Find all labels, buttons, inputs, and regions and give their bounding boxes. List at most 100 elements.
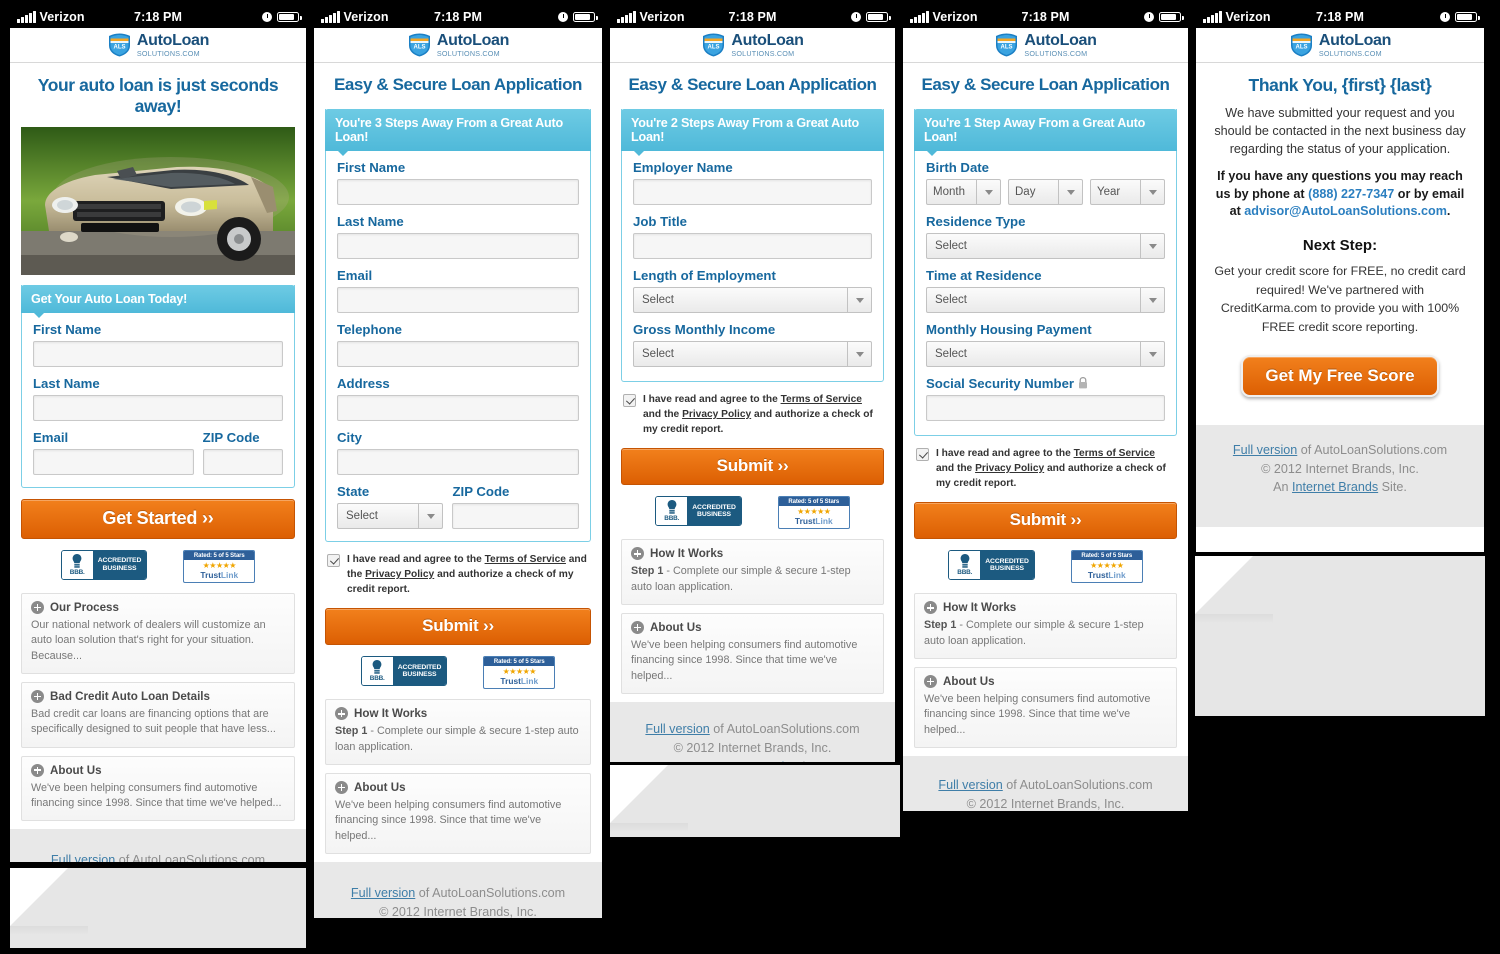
- privacy-policy-link[interactable]: Privacy Policy: [365, 569, 434, 580]
- agreement-checkbox[interactable]: [327, 554, 340, 567]
- status-bar: Verizon 7:18 PM: [10, 6, 306, 28]
- site-logo[interactable]: ALS AutoLoan SOLUTIONS.COM: [994, 32, 1097, 57]
- internet-brands-link[interactable]: Internet Brands: [1292, 480, 1378, 494]
- chevron-down-icon: [976, 180, 1000, 204]
- get-started-button[interactable]: Get Started ››: [21, 499, 295, 539]
- privacy-policy-link[interactable]: Privacy Policy: [682, 409, 751, 420]
- birth-year-select[interactable]: Year: [1090, 179, 1165, 205]
- city-input[interactable]: [337, 449, 579, 475]
- accordion-how-it-works[interactable]: How It Works Step 1 - Complete our simpl…: [325, 699, 591, 765]
- landing-content: Your auto loan is just seconds away! Get…: [10, 63, 306, 822]
- full-version-link[interactable]: Full version: [938, 778, 1002, 792]
- birth-day-select[interactable]: Day: [1008, 179, 1083, 205]
- birth-month-select[interactable]: Month: [926, 179, 1001, 205]
- telephone-input[interactable]: [337, 341, 579, 367]
- length-of-employment-select[interactable]: Select: [633, 287, 872, 313]
- trustlink-name: TrustLink: [500, 676, 539, 687]
- ssn-input[interactable]: [926, 395, 1165, 421]
- bbb-tag: BBB.: [957, 569, 973, 577]
- site-logo[interactable]: ALS AutoLoan SOLUTIONS.COM: [107, 32, 209, 58]
- step2-content: Easy & Secure Loan Application You're 2 …: [610, 63, 895, 694]
- submit-button[interactable]: Submit ››: [914, 502, 1177, 540]
- full-version-link[interactable]: Full version: [645, 722, 709, 736]
- last-name-input[interactable]: [337, 233, 579, 259]
- select-value: Select: [935, 240, 967, 252]
- lock-icon: [1079, 377, 1088, 389]
- accordion-bad-credit[interactable]: Bad Credit Auto Loan Details Bad credit …: [21, 681, 295, 748]
- gross-monthly-income-select[interactable]: Select: [633, 341, 872, 367]
- field-label: Email: [33, 430, 69, 445]
- terms-of-service-link[interactable]: Terms of Service: [1074, 448, 1155, 459]
- accordion-about-us[interactable]: About Us We've been helping consumers fi…: [21, 755, 295, 822]
- accordion-header: Our Process: [31, 601, 285, 614]
- bbb-accredited-badge[interactable]: BBB. ACCREDITED BUSINESS: [60, 550, 148, 580]
- phone-screen-thank-you: Verizon 7:18 PM ALS AutoLoan SOLUTIONS.C…: [1196, 6, 1484, 552]
- accordion-our-process[interactable]: Our Process Our national network of deal…: [21, 593, 295, 674]
- site-logo[interactable]: ALS AutoLoan SOLUTIONS.COM: [407, 32, 509, 57]
- accordion-about-us[interactable]: About Us We've been helping consumers fi…: [914, 667, 1177, 748]
- employer-name-input[interactable]: [633, 179, 872, 205]
- job-title-input[interactable]: [633, 233, 872, 259]
- trustlink-badge[interactable]: Rated: 5 of 5 Stars ★★★★★ TrustLink: [483, 656, 556, 690]
- svg-text:ALS: ALS: [113, 44, 125, 50]
- internet-brands-link[interactable]: Internet Brands: [705, 760, 791, 762]
- footer-copyright: © 2012 Internet Brands, Inc.: [966, 796, 1125, 811]
- bbb-text: ACCREDITED BUSINESS: [980, 551, 1034, 580]
- full-version-link[interactable]: Full version: [351, 886, 415, 900]
- bbb-tag: BBB.: [369, 675, 385, 683]
- personal-panel: You're 1 Step Away From a Great Auto Loa…: [914, 109, 1177, 436]
- time-at-residence-select[interactable]: Select: [926, 287, 1165, 313]
- agreement-checkbox[interactable]: [623, 394, 636, 407]
- bbb-accredited-badge[interactable]: BBB. ACCREDITED BUSINESS: [655, 496, 742, 527]
- site-logo[interactable]: ALS AutoLoan SOLUTIONS.COM: [1289, 32, 1391, 57]
- terms-of-service-link[interactable]: Terms of Service: [485, 554, 566, 565]
- full-version-link[interactable]: Full version: [1233, 443, 1297, 457]
- first-name-input[interactable]: [33, 341, 283, 367]
- email-input[interactable]: [337, 287, 579, 313]
- full-version-link[interactable]: Full version: [51, 853, 115, 862]
- trustlink-stars: ★★★★★: [202, 561, 237, 570]
- phone-link[interactable]: (888) 227-7347: [1308, 187, 1394, 201]
- accordion-about-us[interactable]: About Us We've been helping consumers fi…: [621, 613, 884, 694]
- als-shield-icon: ALS: [996, 33, 1018, 57]
- state-select[interactable]: Select: [337, 503, 444, 529]
- footer-copyright: © 2012 Internet Brands, Inc.: [1261, 461, 1419, 476]
- agreement-checkbox[interactable]: [916, 448, 929, 461]
- select-value: Year: [1097, 186, 1121, 198]
- accordion-how-it-works[interactable]: How It Works Step 1 - Complete our simpl…: [621, 539, 884, 605]
- accordion-how-it-works[interactable]: How It Works Step 1 - Complete our simpl…: [914, 593, 1177, 659]
- site-footer: Full version of AutoLoanSolutions.com © …: [314, 861, 602, 918]
- logo-line-2: SOLUTIONS.COM: [136, 48, 200, 58]
- zip-code-input[interactable]: [202, 449, 283, 475]
- bbb-tag: BBB.: [69, 569, 85, 576]
- bbb-accredited-badge[interactable]: BBB. ACCREDITED BUSINESS: [948, 550, 1035, 581]
- page-curl-decoration-3: [1195, 556, 1485, 716]
- agreement-text: I have read and agree to the Terms of Se…: [936, 448, 1166, 489]
- select-value: Select: [642, 348, 674, 360]
- trustlink-badge[interactable]: Rated: 5 of 5 Stars ★★★★★ TrustLink: [183, 550, 256, 583]
- trustlink-badge[interactable]: Rated: 5 of 5 Stars ★★★★★ TrustLink: [1070, 550, 1143, 584]
- zip-code-input[interactable]: [452, 503, 579, 529]
- residence-type-select[interactable]: Select: [926, 233, 1165, 259]
- privacy-policy-link[interactable]: Privacy Policy: [975, 463, 1044, 474]
- clock-icon: [1144, 12, 1154, 22]
- submit-button[interactable]: Submit ››: [621, 448, 884, 486]
- last-name-input[interactable]: [33, 395, 283, 421]
- select-value: Select: [935, 348, 967, 360]
- state-zip-row: State Select ZIP Code: [337, 484, 579, 529]
- accordion-text: Step 1 - Complete our simple & secure 1-…: [924, 619, 1144, 647]
- trustlink-badge[interactable]: Rated: 5 of 5 Stars ★★★★★ TrustLink: [777, 496, 850, 530]
- bbb-accredited-badge[interactable]: BBB. ACCREDITED BUSINESS: [360, 656, 448, 687]
- email-input[interactable]: [33, 449, 194, 475]
- field-gross-monthly-income: Gross Monthly Income Select: [633, 322, 872, 367]
- terms-of-service-link[interactable]: Terms of Service: [781, 394, 862, 405]
- get-free-score-button[interactable]: Get My Free Score: [1241, 354, 1439, 397]
- monthly-housing-payment-select[interactable]: Select: [926, 341, 1165, 367]
- submit-button[interactable]: Submit ››: [325, 608, 591, 646]
- accordion-about-us[interactable]: About Us We've been helping consumers fi…: [325, 773, 591, 854]
- address-input[interactable]: [337, 395, 579, 421]
- site-logo[interactable]: ALS AutoLoan SOLUTIONS.COM: [701, 32, 804, 57]
- email-link[interactable]: advisor@AutoLoanSolutions.com: [1244, 204, 1447, 218]
- first-name-input[interactable]: [337, 179, 579, 205]
- next-step-heading: Next Step:: [1302, 237, 1378, 255]
